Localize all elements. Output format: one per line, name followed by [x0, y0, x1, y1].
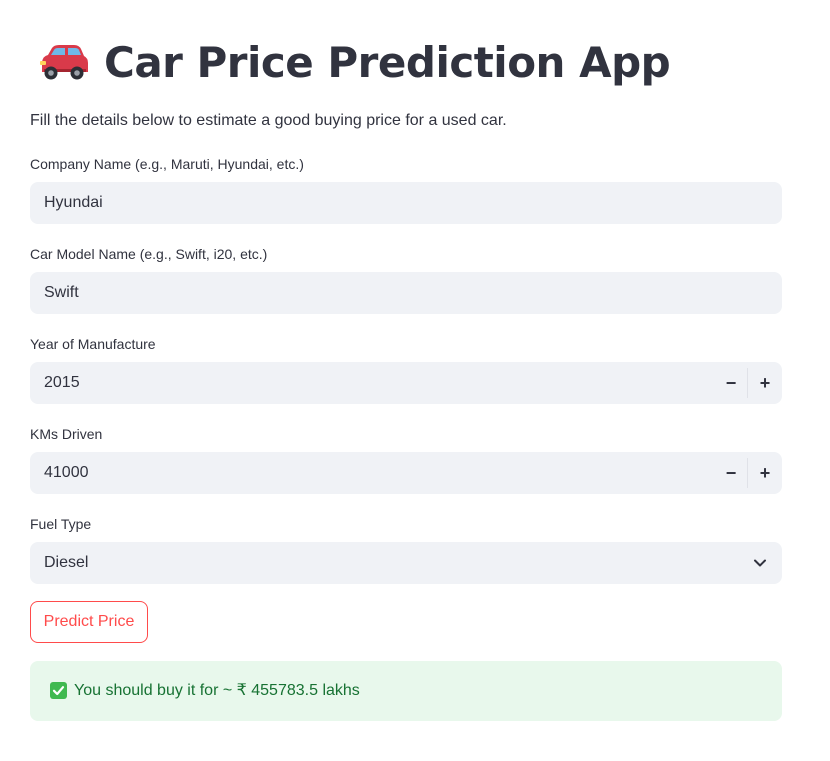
kms-driven-number-input[interactable]: 41000 − + [30, 452, 782, 494]
fuel-type-select[interactable]: Diesel [30, 542, 782, 584]
result-text: You should buy it for ~ ₹ 455783.5 lakhs [74, 682, 360, 699]
company-name-label: Company Name (e.g., Maruti, Hyundai, etc… [30, 156, 304, 172]
year-value: 2015 [44, 374, 80, 391]
kms-increment-button[interactable]: + [748, 452, 782, 494]
year-decrement-button[interactable]: − [714, 362, 748, 404]
page-header: Car Price Prediction App [34, 30, 671, 94]
kms-driven-value: 41000 [44, 464, 89, 481]
kms-decrement-button[interactable]: − [714, 452, 748, 494]
kms-driven-label: KMs Driven [30, 426, 103, 442]
page-title: Car Price Prediction App [104, 37, 671, 87]
company-name-value: Hyundai [44, 194, 103, 211]
year-label: Year of Manufacture [30, 336, 156, 352]
intro-text: Fill the details below to estimate a goo… [30, 112, 507, 129]
result-success-alert: You should buy it for ~ ₹ 455783.5 lakhs [30, 661, 782, 721]
app-page: Car Price Prediction App Fill the detail… [0, 0, 830, 761]
car-model-input[interactable]: Swift [30, 272, 782, 314]
company-name-input[interactable]: Hyundai [30, 182, 782, 224]
chevron-down-icon [754, 559, 766, 567]
car-model-label: Car Model Name (e.g., Swift, i20, etc.) [30, 246, 268, 262]
predict-price-button[interactable]: Predict Price [30, 601, 148, 643]
year-number-input[interactable]: 2015 − + [30, 362, 782, 404]
year-increment-button[interactable]: + [748, 362, 782, 404]
car-icon [40, 45, 88, 80]
fuel-type-value: Diesel [44, 554, 89, 571]
fuel-type-label: Fuel Type [30, 516, 92, 532]
car-model-value: Swift [44, 284, 79, 301]
check-icon [50, 682, 67, 699]
